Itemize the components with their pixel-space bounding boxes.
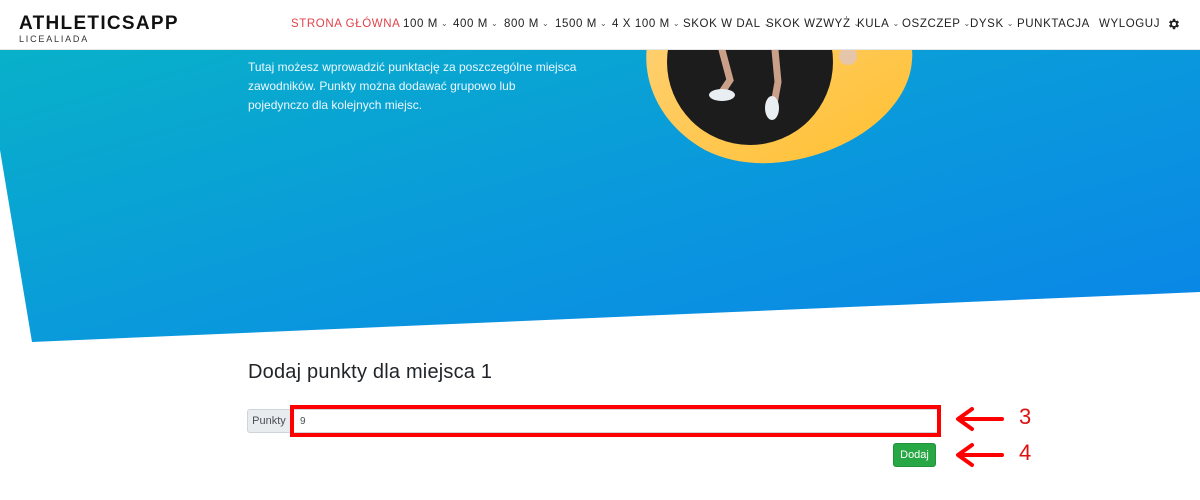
top-navbar: ATHLETICSAPP LICEALIADA STRONA GŁÓWNA 10… [0,0,1200,50]
nav-800m[interactable]: 800 M ⌄ [504,18,549,30]
nav-label: 1500 M [555,18,597,30]
annotation-arrow-icon [956,407,1004,431]
nav-wyloguj[interactable]: WYLOGUJ [1099,18,1160,30]
nav-kula[interactable]: KULA ⌄ [857,18,900,30]
nav-label: OSZCZEP [902,18,961,30]
form-title: Dodaj punkty dla miejsca 1 [248,361,493,383]
main-nav: STRONA GŁÓWNA 100 M ⌄ 400 M ⌄ 800 M ⌄ 1500 … [0,0,1200,50]
nav-label: 4 X 100 M [612,18,670,30]
chevron-down-icon: ⌄ [599,19,608,28]
chevron-down-icon: ⌄ [672,19,681,28]
nav-label: 400 M [453,18,488,30]
nav-home[interactable]: STRONA GŁÓWNA [291,18,400,30]
nav-skok-wzwyz[interactable]: SKOK WZWYŻ ⌄ [766,18,861,30]
nav-100m[interactable]: 100 M ⌄ [403,18,448,30]
gear-icon[interactable] [1167,17,1181,31]
nav-label: KULA [857,18,890,30]
annotation-number: 3 [1019,404,1032,429]
chevron-down-icon: ⌄ [892,19,900,28]
hero-background [0,0,1200,342]
nav-label: PUNKTACJA [1017,18,1090,30]
nav-oszczep[interactable]: OSZCZEP ⌄ [902,18,971,30]
nav-label: STRONA GŁÓWNA [291,18,401,30]
nav-label: 800 M [504,18,539,30]
annotation-arrow-icon [956,443,1004,467]
nav-label: WYLOGUJ [1099,18,1161,30]
points-input-addon: Punkty [247,409,291,433]
points-input[interactable] [291,409,938,433]
nav-dysk[interactable]: DYSK ⌄ [970,18,1014,30]
chevron-down-icon: ⌄ [490,19,499,28]
nav-label: 100 M [403,18,438,30]
nav-label: SKOK W DAL [683,18,761,30]
hero-description: Tutaj możesz wprowadzić punktację za pos… [248,60,577,112]
nav-400m[interactable]: 400 M ⌄ [453,18,498,30]
add-button[interactable]: Dodaj [893,443,936,467]
chevron-down-icon: ⌄ [440,19,449,28]
nav-1500m[interactable]: 1500 M ⌄ [555,18,607,30]
nav-punktacja[interactable]: PUNKTACJA [1017,18,1090,30]
nav-label: SKOK WZWYŻ [766,18,851,30]
chevron-down-icon: ⌄ [541,19,550,28]
hero-section [0,0,1200,345]
nav-skok-w-dal[interactable]: SKOK W DAL ⌄ [683,18,771,30]
nav-4x100m[interactable]: 4 X 100 M ⌄ [612,18,680,30]
annotation-number: 4 [1019,440,1032,465]
chevron-down-icon: ⌄ [1006,19,1015,28]
nav-label: DYSK [970,18,1004,30]
